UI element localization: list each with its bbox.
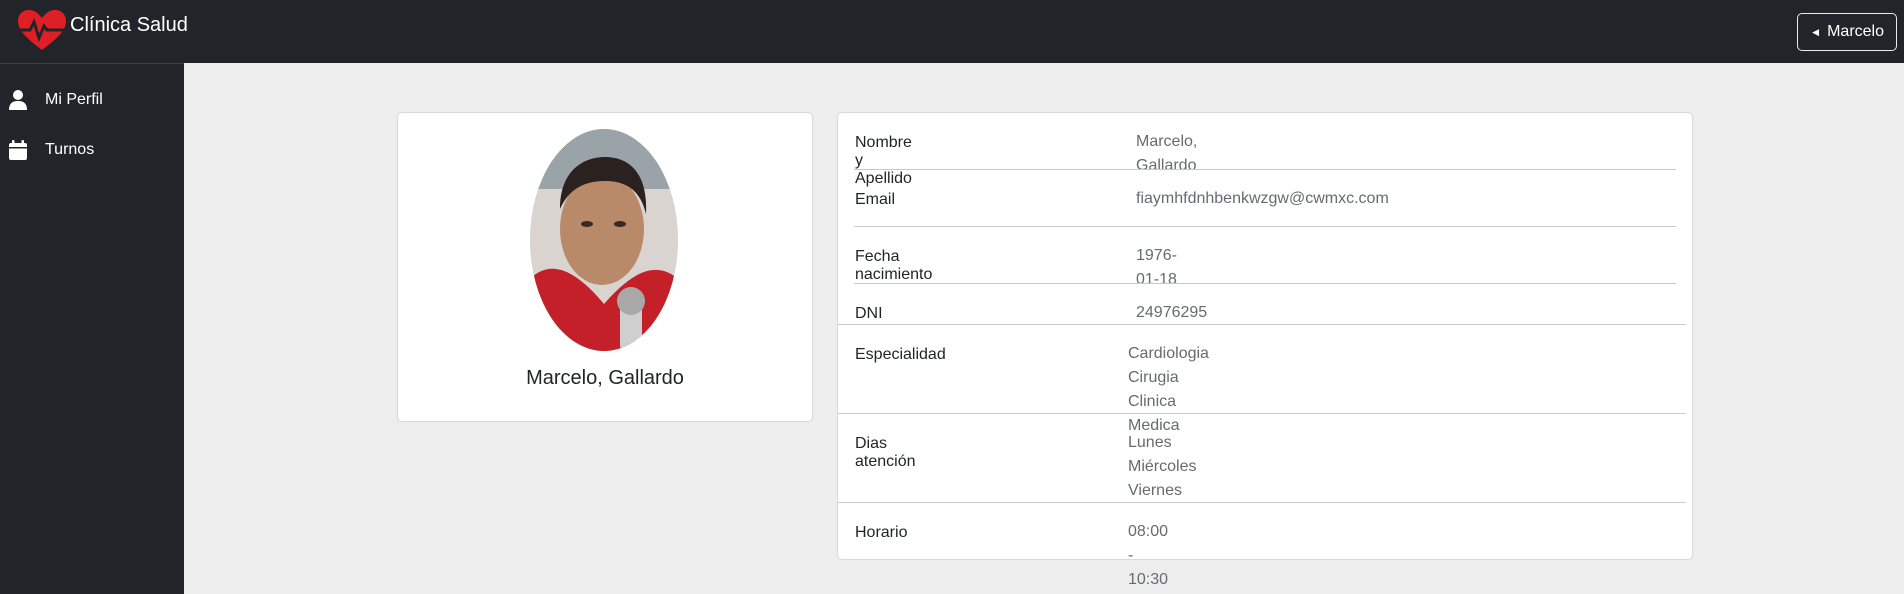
heart-pulse-icon (16, 10, 68, 50)
sidebar-item-label: Turnos (45, 141, 95, 158)
sidebar-item-label: Mi Perfil (45, 91, 103, 108)
schedule-label: Horario (855, 524, 908, 541)
caret-left-icon: ◀ (1812, 26, 1820, 37)
user-icon (9, 90, 27, 110)
divider (838, 324, 1686, 325)
specialty-label: Especialidad (855, 346, 946, 363)
divider (838, 413, 1686, 414)
day-item: Viernes (1128, 482, 1182, 499)
calendar-icon (9, 140, 27, 160)
birthdate-value: 1976-01-18 (1136, 247, 1177, 288)
divider (854, 283, 1676, 284)
name-label: Nombre y Apellido (855, 134, 912, 187)
brand[interactable]: Clínica Salud (16, 8, 188, 54)
day-item: Miércoles (1128, 458, 1197, 475)
divider (854, 226, 1676, 227)
top-navbar: Clínica Salud ◀ Marcelo (0, 0, 1904, 63)
sidebar-item-turnos[interactable]: Turnos (0, 125, 184, 175)
divider (854, 169, 1676, 170)
specialty-item: Cardiologia (1128, 345, 1209, 362)
user-menu-label: Marcelo (1827, 23, 1884, 40)
profile-card: Marcelo, Gallardo (397, 112, 813, 422)
name-value: Marcelo, Gallardo (1136, 133, 1198, 174)
profile-details-card: Nombre y Apellido Marcelo, Gallardo Emai… (837, 112, 1693, 588)
avatar (530, 129, 678, 351)
user-menu-button[interactable]: ◀ Marcelo (1797, 13, 1897, 51)
email-label: Email (855, 191, 896, 208)
brand-name: Clínica Salud (70, 13, 188, 36)
day-item: Lunes (1128, 434, 1172, 451)
specialty-item: Cirugia (1128, 369, 1179, 386)
sidebar: Mi Perfil Turnos (0, 63, 184, 594)
dni-value: 24976295 (1136, 304, 1208, 321)
birthdate-label: Fecha nacimiento (855, 248, 933, 283)
dni-label: DNI (855, 305, 883, 322)
days-label: Dias atención (855, 435, 916, 470)
sidebar-item-mi-perfil[interactable]: Mi Perfil (0, 75, 184, 125)
divider (838, 502, 1686, 503)
avatar-photo (530, 129, 678, 351)
schedule-value: 08:00 - 10:30 (1128, 523, 1169, 588)
profile-name: Marcelo, Gallardo (526, 367, 684, 389)
email-value: fiaymhfdnhbenkwzgw@cwmxc.com (1136, 190, 1389, 207)
